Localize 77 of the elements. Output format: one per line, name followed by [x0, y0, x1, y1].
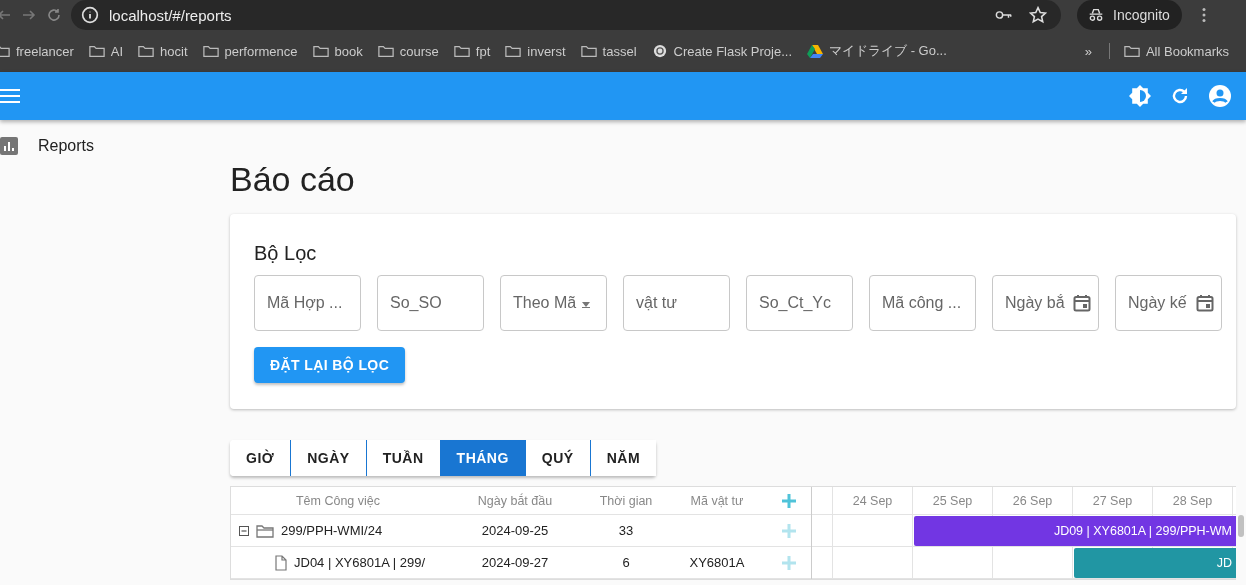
input-field[interactable]: So_Ct_Yc	[746, 275, 853, 331]
column-header[interactable]: Thời gian	[585, 493, 667, 508]
table-cell: XY6801A	[689, 555, 745, 570]
folder-icon	[138, 44, 155, 58]
task-name: JD04 | XY6801A | 299/	[294, 555, 426, 570]
task-bar[interactable]: JD	[1074, 548, 1236, 578]
site-icon	[651, 44, 668, 58]
task-name: 299/PPH-WMI/24	[281, 523, 383, 538]
scale-tab[interactable]: NGÀY	[290, 440, 366, 476]
star-icon[interactable]	[1029, 6, 1047, 24]
bookmark[interactable]: tassel	[580, 43, 637, 59]
date-header: 24 Sep	[833, 487, 913, 514]
add-icon[interactable]	[782, 493, 796, 508]
all-bookmarks[interactable]: All Bookmarks	[1123, 43, 1229, 59]
table-cell-text: 6	[621, 555, 631, 570]
table-cell-text: 2024-09-25	[480, 523, 550, 538]
scale-tab[interactable]: TUẦN	[365, 440, 440, 476]
date-header: 28 Sep	[1153, 487, 1233, 514]
date-field[interactable]: Ngày bắ	[992, 275, 1099, 331]
calendar-icon[interactable]	[1196, 294, 1214, 312]
folder-icon	[377, 44, 394, 58]
bookmark[interactable]: hocit	[138, 43, 188, 59]
date-header: 25 Sep	[913, 487, 993, 514]
reload-icon[interactable]	[46, 7, 62, 23]
input-field[interactable]: Mã Hợp ...	[254, 275, 361, 331]
folder-icon	[505, 44, 522, 58]
collapse-icon[interactable]	[239, 525, 249, 536]
folder-icon	[453, 44, 470, 58]
scrollbar-thumb[interactable]	[1238, 515, 1244, 537]
bookmark[interactable]: マイドライブ - Go...	[807, 42, 947, 60]
bookmark[interactable]: book	[312, 43, 363, 59]
info-icon[interactable]	[81, 6, 99, 24]
incognito-badge[interactable]: Incognito	[1077, 0, 1182, 30]
bookmark[interactable]: performence	[202, 43, 298, 59]
date-header: 26 Sep	[993, 487, 1073, 514]
account-icon[interactable]	[1208, 84, 1232, 108]
date-field[interactable]: Ngày kế	[1115, 275, 1222, 331]
folder-icon	[202, 44, 219, 58]
table-cell-text: 33	[617, 523, 635, 538]
column-header[interactable]: Têm Công việc	[231, 493, 445, 508]
date-header: 27 Sep	[1073, 487, 1153, 514]
scale-tab[interactable]: THÁNG	[439, 440, 525, 476]
scale-tab[interactable]: NĂM	[589, 440, 657, 476]
bookmark[interactable]: freelancer	[0, 43, 74, 59]
file-icon	[275, 554, 287, 571]
bookmark[interactable]: Create Flask Proje...	[651, 43, 793, 59]
more-bookmarks[interactable]: »	[1084, 43, 1092, 59]
bookmark[interactable]: inverst	[505, 43, 566, 59]
folder-icon	[256, 523, 274, 538]
column-header[interactable]: Mã vật tư	[667, 493, 767, 508]
scale-tab[interactable]: GIỜ	[230, 440, 291, 476]
page-title: Báo cáo	[230, 160, 356, 200]
bookmark[interactable]: fpt	[453, 43, 491, 59]
task-bar[interactable]: JD09 | XY6801A | 299/PPH-WM	[914, 516, 1236, 546]
folder-icon	[1123, 44, 1140, 58]
scale-tab[interactable]: QUÝ	[524, 440, 590, 476]
bookmark[interactable]: AI	[88, 43, 124, 59]
input-field[interactable]: Mã công ...	[869, 275, 976, 331]
menu-dots-icon[interactable]	[1201, 7, 1206, 23]
calendar-icon[interactable]	[1073, 294, 1091, 312]
caret-icon[interactable]	[581, 300, 591, 308]
input-field[interactable]: So_SO	[377, 275, 484, 331]
folder-icon	[580, 44, 597, 58]
sidebar-item[interactable]: Reports	[0, 136, 230, 156]
input-field[interactable]: vật tư	[623, 275, 730, 331]
bookmark[interactable]: course	[377, 43, 439, 59]
menu-icon[interactable]	[0, 89, 20, 103]
incognito-icon	[1087, 6, 1105, 24]
address-bar[interactable]: localhost/#/reports	[71, 0, 1061, 30]
folder-icon	[312, 44, 329, 58]
column-header[interactable]: Ngày bắt đầu	[445, 493, 585, 508]
drive-icon	[807, 44, 824, 58]
table-cell-text: 2024-09-27	[480, 555, 550, 570]
brightness-icon[interactable]	[1128, 84, 1152, 108]
select-field[interactable]: Theo Mã	[500, 275, 607, 331]
folder-icon	[88, 44, 105, 58]
filter-title: Bộ Lọc	[254, 242, 318, 265]
